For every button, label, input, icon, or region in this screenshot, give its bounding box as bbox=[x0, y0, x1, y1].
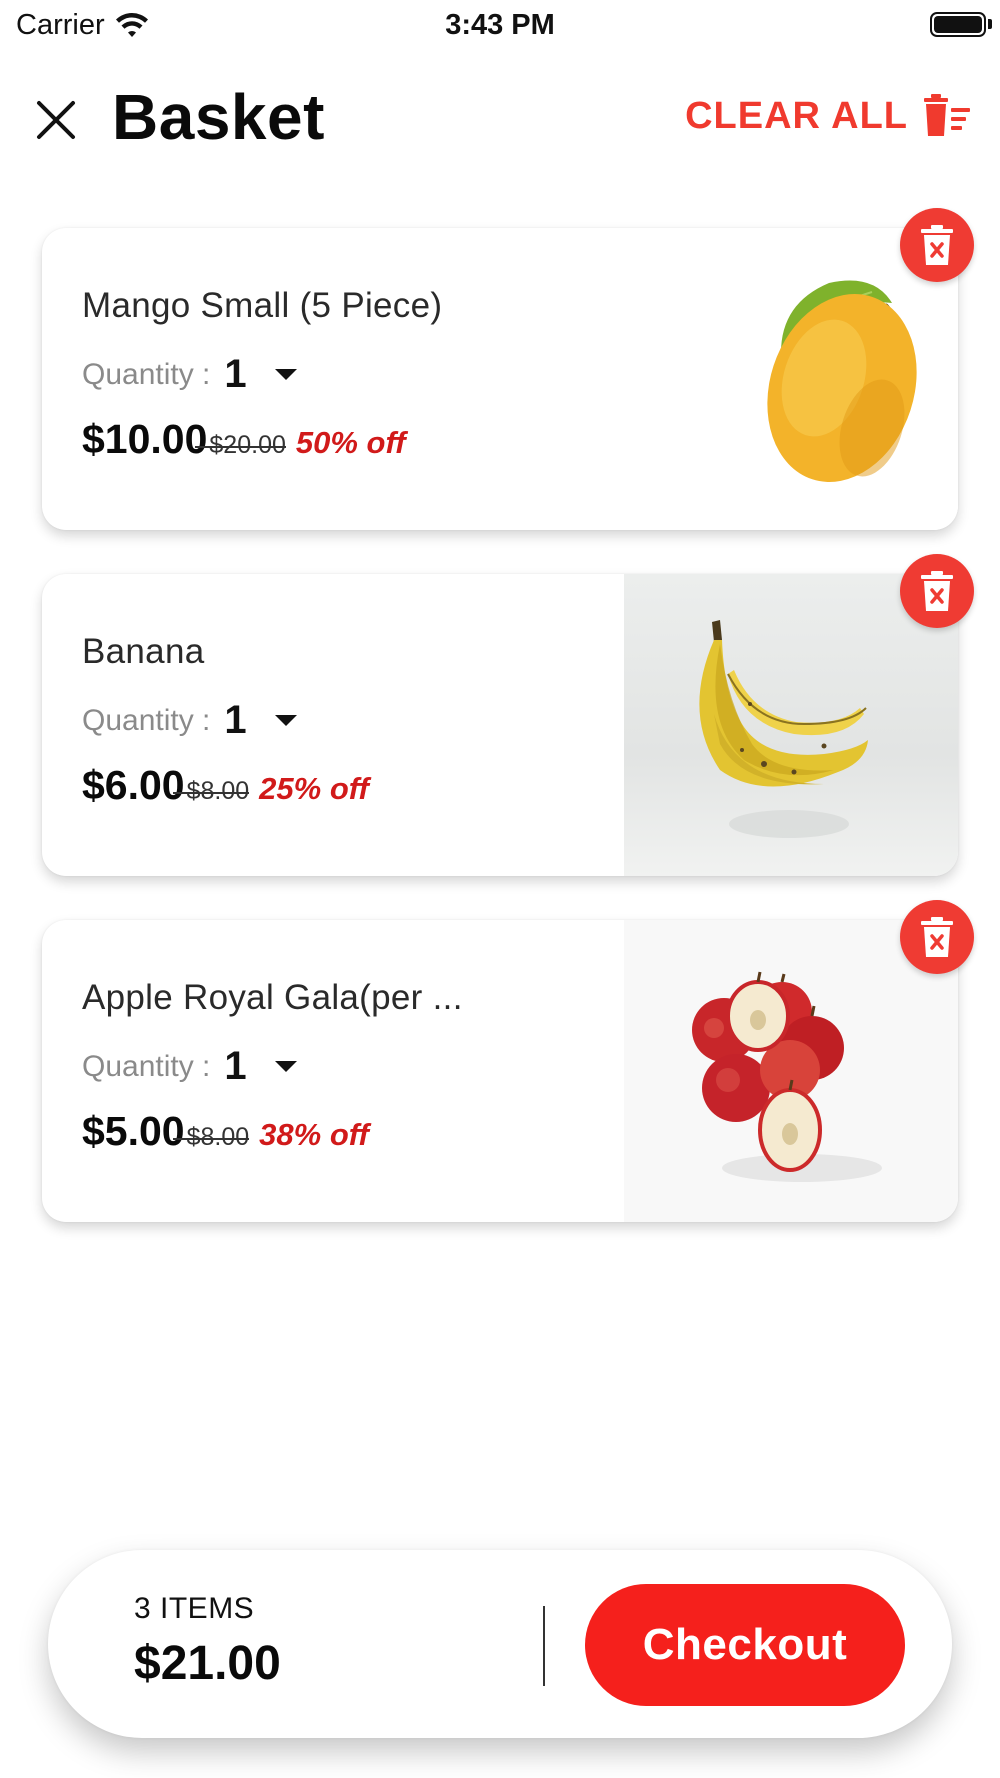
checkout-button[interactable]: Checkout bbox=[585, 1584, 905, 1706]
discount-label: 38% off bbox=[259, 1117, 369, 1152]
quantity-value: 1 bbox=[224, 1044, 247, 1088]
trash-list-icon bbox=[924, 94, 970, 136]
checkout-bar: 3 ITEMS $21.00 Checkout bbox=[48, 1550, 952, 1738]
price-row: $10.00 $20.00 50% off bbox=[82, 416, 406, 463]
battery-tip bbox=[988, 19, 992, 29]
quantity-row: Quantity : 1 bbox=[82, 352, 297, 397]
quantity-label: Quantity : bbox=[82, 357, 211, 391]
quantity-label: Quantity : bbox=[82, 1049, 211, 1083]
remove-item-button[interactable] bbox=[900, 554, 974, 628]
trash-x-icon bbox=[921, 571, 953, 611]
quantity-label: Quantity : bbox=[82, 703, 211, 737]
close-button[interactable] bbox=[30, 94, 82, 146]
battery-icon bbox=[930, 12, 986, 37]
close-icon bbox=[37, 101, 75, 139]
trash-x-icon bbox=[921, 225, 953, 265]
quantity-dropdown-icon[interactable] bbox=[274, 715, 297, 726]
page-title: Basket bbox=[112, 81, 325, 153]
header: Basket CLEAR ALL bbox=[0, 70, 1000, 168]
original-price: $8.00 bbox=[172, 777, 250, 805]
total-amount: $21.00 bbox=[134, 1637, 281, 1690]
price-row: $6.00 $8.00 25% off bbox=[82, 762, 369, 809]
product-name: Apple Royal Gala(per ... bbox=[82, 978, 463, 1017]
mango-image bbox=[624, 228, 958, 530]
cart-item: Mango Small (5 Piece) Quantity : 1 $10.0… bbox=[42, 208, 974, 530]
status-time: 3:43 PM bbox=[445, 9, 555, 41]
remove-item-button[interactable] bbox=[900, 900, 974, 974]
original-price: $20.00 bbox=[195, 431, 287, 459]
footer-divider bbox=[543, 1606, 545, 1686]
original-price: $8.00 bbox=[172, 1123, 250, 1151]
cart-item: Apple Royal Gala(per ... Quantity : 1 $5… bbox=[42, 900, 974, 1222]
price: $5.00 bbox=[82, 1108, 185, 1154]
price-row: $5.00 $8.00 38% off bbox=[82, 1108, 369, 1155]
quantity-dropdown-icon[interactable] bbox=[274, 369, 297, 380]
items-count: 3 ITEMS bbox=[134, 1592, 255, 1625]
apples-image bbox=[624, 920, 958, 1222]
trash-x-icon bbox=[921, 917, 953, 957]
quantity-dropdown-icon[interactable] bbox=[274, 1061, 297, 1072]
status-bar: Carrier 3:43 PM bbox=[0, 0, 1000, 52]
price: $6.00 bbox=[82, 762, 185, 808]
discount-label: 25% off bbox=[259, 771, 369, 806]
price: $10.00 bbox=[82, 416, 208, 462]
discount-label: 50% off bbox=[295, 425, 406, 460]
clear-all-label: CLEAR ALL bbox=[685, 94, 908, 137]
banana-image bbox=[624, 574, 958, 876]
quantity-row: Quantity : 1 bbox=[82, 698, 297, 743]
product-name: Mango Small (5 Piece) bbox=[82, 286, 443, 325]
product-name: Banana bbox=[82, 632, 205, 671]
quantity-value: 1 bbox=[224, 352, 247, 396]
cart-item: Banana Quantity : 1 $6.00 $8.00 25% off bbox=[42, 554, 974, 876]
clear-all-button[interactable]: CLEAR ALL bbox=[685, 94, 972, 138]
quantity-row: Quantity : 1 bbox=[82, 1044, 297, 1089]
remove-item-button[interactable] bbox=[900, 208, 974, 282]
quantity-value: 1 bbox=[224, 698, 247, 742]
